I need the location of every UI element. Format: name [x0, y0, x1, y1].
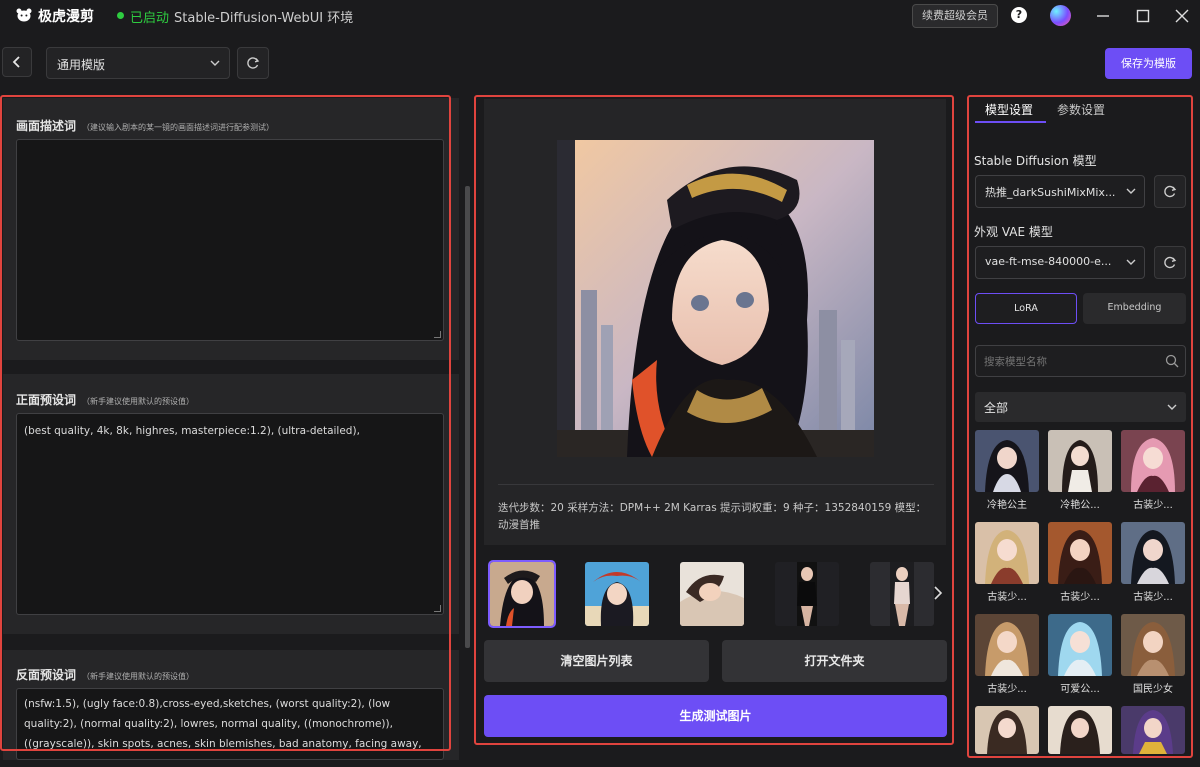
renew-membership-button[interactable]: 续费超级会员 [912, 4, 998, 28]
left-panel-outline [0, 95, 451, 751]
environment-text: Stable-Diffusion-WebUI 环境 [174, 11, 354, 26]
right-panel-outline [967, 95, 1193, 758]
refresh-icon [247, 57, 260, 69]
status-dot-icon [117, 12, 124, 19]
template-refresh-button[interactable] [237, 47, 269, 79]
avatar[interactable] [1050, 5, 1071, 26]
center-panel-outline [474, 95, 954, 745]
minimize-icon[interactable] [1093, 6, 1113, 26]
template-select-value: 通用模版 [57, 58, 106, 72]
app-name: 极虎漫剪 [38, 9, 94, 25]
save-template-button[interactable]: 保存为模版 [1105, 48, 1192, 79]
app-logo-icon [16, 8, 32, 22]
template-select[interactable]: 通用模版 [46, 47, 230, 79]
back-button[interactable] [2, 47, 32, 77]
close-icon[interactable] [1172, 6, 1192, 26]
status-text: 已启动 [130, 11, 170, 26]
chevron-left-icon [12, 56, 20, 68]
chevron-down-icon [209, 58, 221, 68]
help-icon[interactable]: ? [1011, 7, 1027, 23]
left-panel-scrollbar[interactable] [465, 186, 470, 648]
maximize-icon[interactable] [1133, 6, 1153, 26]
